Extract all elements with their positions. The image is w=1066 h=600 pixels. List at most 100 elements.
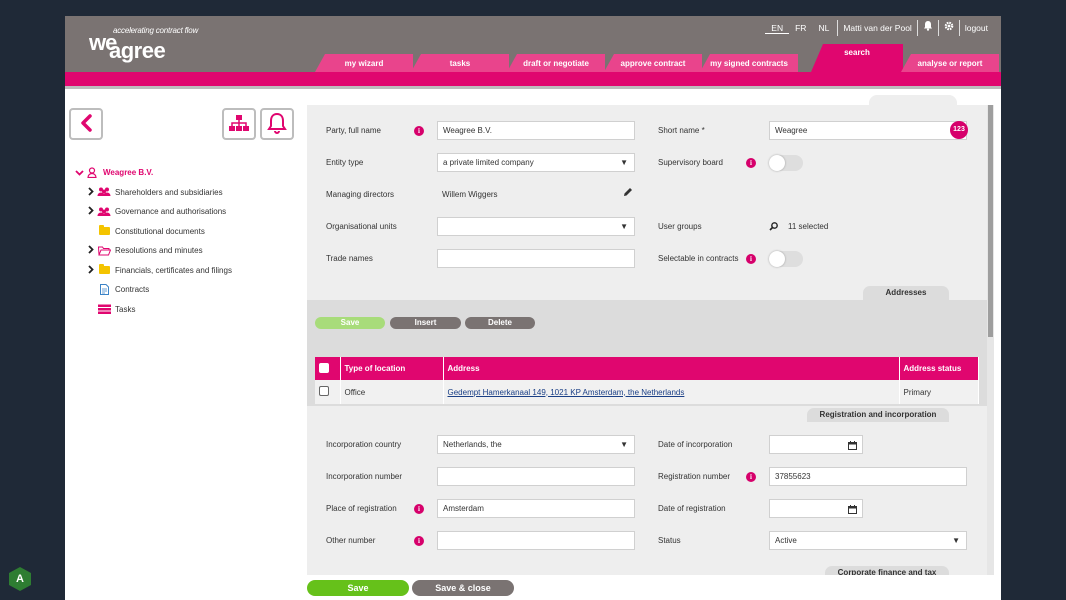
logout-link[interactable]: logout — [962, 23, 991, 33]
lang-fr[interactable]: FR — [789, 23, 812, 33]
tab-my-signed-contracts[interactable]: my signed contracts — [700, 54, 798, 72]
pencil-icon[interactable] — [623, 187, 633, 199]
inc-number-label: Incorporation number — [326, 472, 403, 481]
org-chart-button[interactable] — [222, 108, 256, 140]
main-tabs: my wizard tasks draft or negotiate appro… — [315, 41, 1001, 72]
user-groups-label: User groups — [658, 222, 702, 231]
tree-item-financials[interactable]: Financials, certificates and filings — [85, 261, 232, 281]
inc-number-input[interactable] — [437, 467, 635, 486]
status-label: Status — [658, 536, 681, 545]
back-button[interactable] — [69, 108, 103, 140]
column-header[interactable]: Type of location — [340, 357, 444, 380]
inc-country-label: Incorporation country — [326, 440, 402, 449]
address-save-button[interactable]: Save — [315, 317, 385, 329]
row-select-cell — [315, 380, 341, 404]
reg-number-input[interactable]: 37855623 — [769, 467, 967, 486]
tree-item-tasks[interactable]: Tasks — [85, 300, 232, 320]
chevron-left-icon — [79, 114, 93, 134]
chevron-down-icon[interactable] — [73, 168, 85, 178]
divider — [958, 20, 960, 36]
char-count-badge: 123 — [950, 121, 968, 139]
party-full-name-input[interactable]: Weagree B.V. — [437, 121, 635, 140]
short-name-input[interactable]: Weagree — [769, 121, 967, 140]
column-header[interactable]: Address — [443, 357, 900, 380]
party-full-name-label: Party, full name — [326, 126, 381, 135]
info-icon[interactable]: i — [414, 126, 424, 136]
info-icon[interactable]: i — [746, 158, 756, 168]
header: accelerating contract flow we agree EN F… — [65, 16, 1001, 72]
tab-approve-contract[interactable]: approve contract — [604, 54, 702, 72]
tree-children: Shareholders and subsidiaries Governance… — [73, 183, 232, 320]
accessibility-badge-icon[interactable]: A — [9, 567, 31, 591]
address-delete-button[interactable]: Delete — [465, 317, 535, 329]
search-icon[interactable] — [769, 222, 778, 233]
trade-names-input[interactable] — [437, 249, 635, 268]
save-close-button[interactable]: Save & close — [412, 580, 514, 596]
lang-nl[interactable]: NL — [812, 23, 835, 33]
corporate-finance-section-tab: Corporate finance and tax — [825, 566, 949, 575]
tab-analyse-or-report[interactable]: analyse or report — [901, 54, 999, 72]
select-all-cell — [315, 357, 341, 380]
scrollbar-thumb[interactable] — [988, 105, 993, 337]
info-icon[interactable]: i — [746, 254, 756, 264]
other-number-input[interactable] — [437, 531, 635, 550]
addresses-section-tab: Addresses — [863, 286, 949, 300]
tab-my-wizard[interactable]: my wizard — [315, 54, 413, 72]
lang-en[interactable]: EN — [765, 23, 790, 34]
supervisory-board-label: Supervisory board — [658, 158, 723, 167]
selectable-in-contracts-label: Selectable in contracts — [658, 254, 739, 263]
tree-root-label: Weagree B.V. — [103, 168, 154, 178]
document-icon — [97, 284, 111, 296]
managing-directors-value: Willem Wiggers — [442, 190, 498, 199]
inc-country-select[interactable]: Netherlands, the ▼ — [437, 435, 635, 454]
other-number-label: Other number — [326, 536, 376, 545]
row-checkbox[interactable] — [319, 386, 329, 396]
tree-item-constitutional[interactable]: Constitutional documents — [85, 222, 232, 242]
dropdown-caret-icon: ▼ — [620, 440, 628, 449]
tree-item-contracts[interactable]: Contracts — [85, 280, 232, 300]
tab-draft-or-negotiate[interactable]: draft or negotiate — [507, 54, 605, 72]
date-reg-input[interactable] — [769, 499, 863, 518]
address-link[interactable]: Gedempt Hamerkanaal 149, 1021 KP Amsterd… — [448, 388, 685, 397]
calendar-icon[interactable] — [848, 439, 857, 456]
selectable-toggle[interactable] — [769, 251, 803, 267]
chevron-right-icon[interactable] — [85, 245, 97, 256]
info-icon[interactable]: i — [414, 504, 424, 514]
tab-search[interactable]: search — [811, 44, 903, 72]
dropdown-caret-icon: ▼ — [620, 158, 628, 167]
info-icon[interactable]: i — [746, 472, 756, 482]
user-groups-value: 11 selected — [788, 222, 829, 231]
bell-icon[interactable] — [920, 20, 936, 36]
address-insert-button[interactable]: Insert — [390, 317, 461, 329]
tree-root[interactable]: Weagree B.V. — [73, 163, 232, 183]
table-row[interactable]: Office Gedempt Hamerkanaal 149, 1021 KP … — [315, 380, 979, 404]
org-units-select[interactable]: ▼ — [437, 217, 635, 236]
info-icon[interactable]: i — [414, 536, 424, 546]
tree-item-resolutions[interactable]: Resolutions and minutes — [85, 241, 232, 261]
tree-item-shareholders[interactable]: Shareholders and subsidiaries — [85, 183, 232, 203]
tree-item-label: Financials, certificates and filings — [115, 265, 232, 275]
tree-item-governance[interactable]: Governance and authorisations — [85, 202, 232, 222]
user-name[interactable]: Matti van der Pool — [840, 23, 915, 33]
supervisory-board-toggle[interactable] — [769, 155, 803, 171]
type-cell: Office — [340, 380, 444, 404]
notification-button[interactable] — [260, 108, 294, 140]
chevron-right-icon[interactable] — [85, 206, 97, 217]
calendar-icon[interactable] — [848, 503, 857, 520]
vertical-scrollbar[interactable] — [987, 105, 994, 575]
place-reg-input[interactable]: Amsterdam — [437, 499, 635, 518]
org-chart-icon — [228, 114, 250, 134]
tab-tasks[interactable]: tasks — [411, 54, 509, 72]
chevron-right-icon[interactable] — [85, 265, 97, 276]
registration-section-tab: Registration and incorporation — [807, 408, 949, 422]
chevron-right-icon[interactable] — [85, 187, 97, 198]
save-button[interactable]: Save — [307, 580, 409, 596]
date-inc-input[interactable] — [769, 435, 863, 454]
inc-country-value: Netherlands, the — [443, 440, 502, 449]
dropdown-caret-icon: ▼ — [620, 222, 628, 231]
column-header[interactable]: Address status — [899, 357, 979, 380]
status-select[interactable]: Active ▼ — [769, 531, 967, 550]
select-all-checkbox[interactable] — [319, 362, 329, 373]
entity-type-select[interactable]: a private limited company ▼ — [437, 153, 635, 172]
gear-icon[interactable] — [941, 21, 957, 36]
